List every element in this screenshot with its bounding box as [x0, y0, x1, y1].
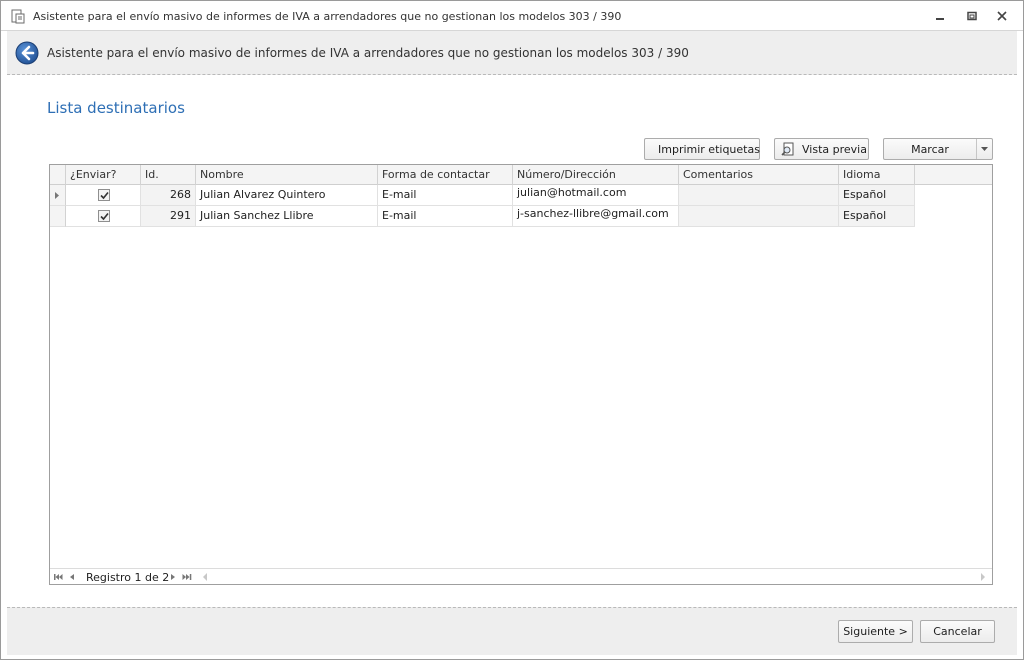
column-header-id[interactable]: Id.	[141, 165, 196, 185]
column-header-send[interactable]: ¿Enviar?	[66, 165, 141, 185]
preview-button[interactable]: Vista previa	[774, 138, 869, 160]
wizard-header: Asistente para el envío masivo de inform…	[7, 31, 1017, 75]
table-row[interactable]: 268 Julian Alvarez Quintero E-mail julia…	[50, 185, 915, 206]
preview-label: Vista previa	[802, 142, 867, 156]
restore-button[interactable]	[959, 7, 985, 25]
recipients-grid[interactable]: ¿Enviar? Id. Nombre Forma de contactar N…	[49, 164, 993, 585]
window-title: Asistente para el envío masivo de inform…	[33, 10, 622, 23]
checkmark-icon	[100, 191, 109, 200]
section-title: Lista destinatarios	[47, 99, 185, 117]
column-header-name[interactable]: Nombre	[196, 165, 378, 185]
close-icon	[997, 11, 1007, 21]
dropdown-arrow-icon	[981, 147, 988, 151]
table-row[interactable]: 291 Julian Sanchez Llibre E-mail j-sanch…	[50, 206, 915, 227]
current-row-arrow-icon	[55, 192, 59, 199]
cell-comments	[679, 206, 839, 227]
cell-comments	[679, 185, 839, 206]
wizard-footer: Siguiente > Cancelar	[7, 607, 1017, 655]
scroll-left-icon[interactable]	[201, 572, 209, 582]
record-navigator: Registro 1 de 2	[50, 568, 992, 584]
previous-record-icon[interactable]	[67, 572, 77, 582]
first-record-icon[interactable]	[53, 572, 63, 582]
grid-header: ¿Enviar? Id. Nombre Forma de contactar N…	[50, 165, 992, 185]
send-checkbox[interactable]	[98, 189, 110, 201]
cell-id: 268	[141, 185, 196, 206]
header-indicator	[50, 165, 66, 185]
back-arrow-icon[interactable]	[15, 41, 39, 65]
send-checkbox[interactable]	[98, 210, 110, 222]
scroll-right-icon[interactable]	[979, 572, 987, 582]
minimize-icon	[936, 18, 944, 20]
cancel-button[interactable]: Cancelar	[920, 620, 995, 643]
mark-dropdown-button[interactable]: Marcar	[883, 138, 993, 160]
column-header-contact[interactable]: Forma de contactar	[378, 165, 513, 185]
cell-contact: E-mail	[378, 185, 513, 206]
cell-address: julian@hotmail.com	[513, 185, 679, 206]
print-labels-button[interactable]: Imprimir etiquetas	[644, 138, 760, 160]
cell-language: Español	[839, 185, 915, 206]
document-icon	[11, 9, 25, 24]
header-title: Asistente para el envío masivo de inform…	[47, 46, 689, 60]
column-header-address[interactable]: Número/Dirección	[513, 165, 679, 185]
cell-contact: E-mail	[378, 206, 513, 227]
mark-label: Marcar	[911, 143, 949, 156]
column-header-language[interactable]: Idioma	[839, 165, 915, 185]
mark-dropdown-toggle[interactable]	[976, 139, 992, 159]
row-indicator[interactable]	[50, 206, 66, 227]
row-indicator[interactable]	[50, 185, 66, 206]
cell-id: 291	[141, 206, 196, 227]
next-record-icon[interactable]	[168, 572, 178, 582]
restore-icon	[967, 11, 977, 21]
cell-send	[66, 185, 141, 206]
cell-address: j-sanchez-llibre@gmail.com	[513, 206, 679, 227]
cell-name: Julian Alvarez Quintero	[196, 185, 378, 206]
close-button[interactable]	[989, 7, 1015, 25]
print-labels-label: Imprimir etiquetas	[658, 142, 760, 156]
record-counter: Registro 1 de 2	[86, 571, 170, 584]
cell-name: Julian Sanchez Llibre	[196, 206, 378, 227]
last-record-icon[interactable]	[182, 572, 192, 582]
checkmark-icon	[100, 212, 109, 221]
cell-language: Español	[839, 206, 915, 227]
cell-send	[66, 206, 141, 227]
title-bar: Asistente para el envío masivo de inform…	[1, 1, 1023, 31]
column-header-comments[interactable]: Comentarios	[679, 165, 839, 185]
preview-icon	[781, 142, 794, 156]
minimize-button[interactable]	[927, 7, 953, 25]
wizard-window: Asistente para el envío masivo de inform…	[0, 0, 1024, 660]
next-button[interactable]: Siguiente >	[838, 620, 913, 643]
